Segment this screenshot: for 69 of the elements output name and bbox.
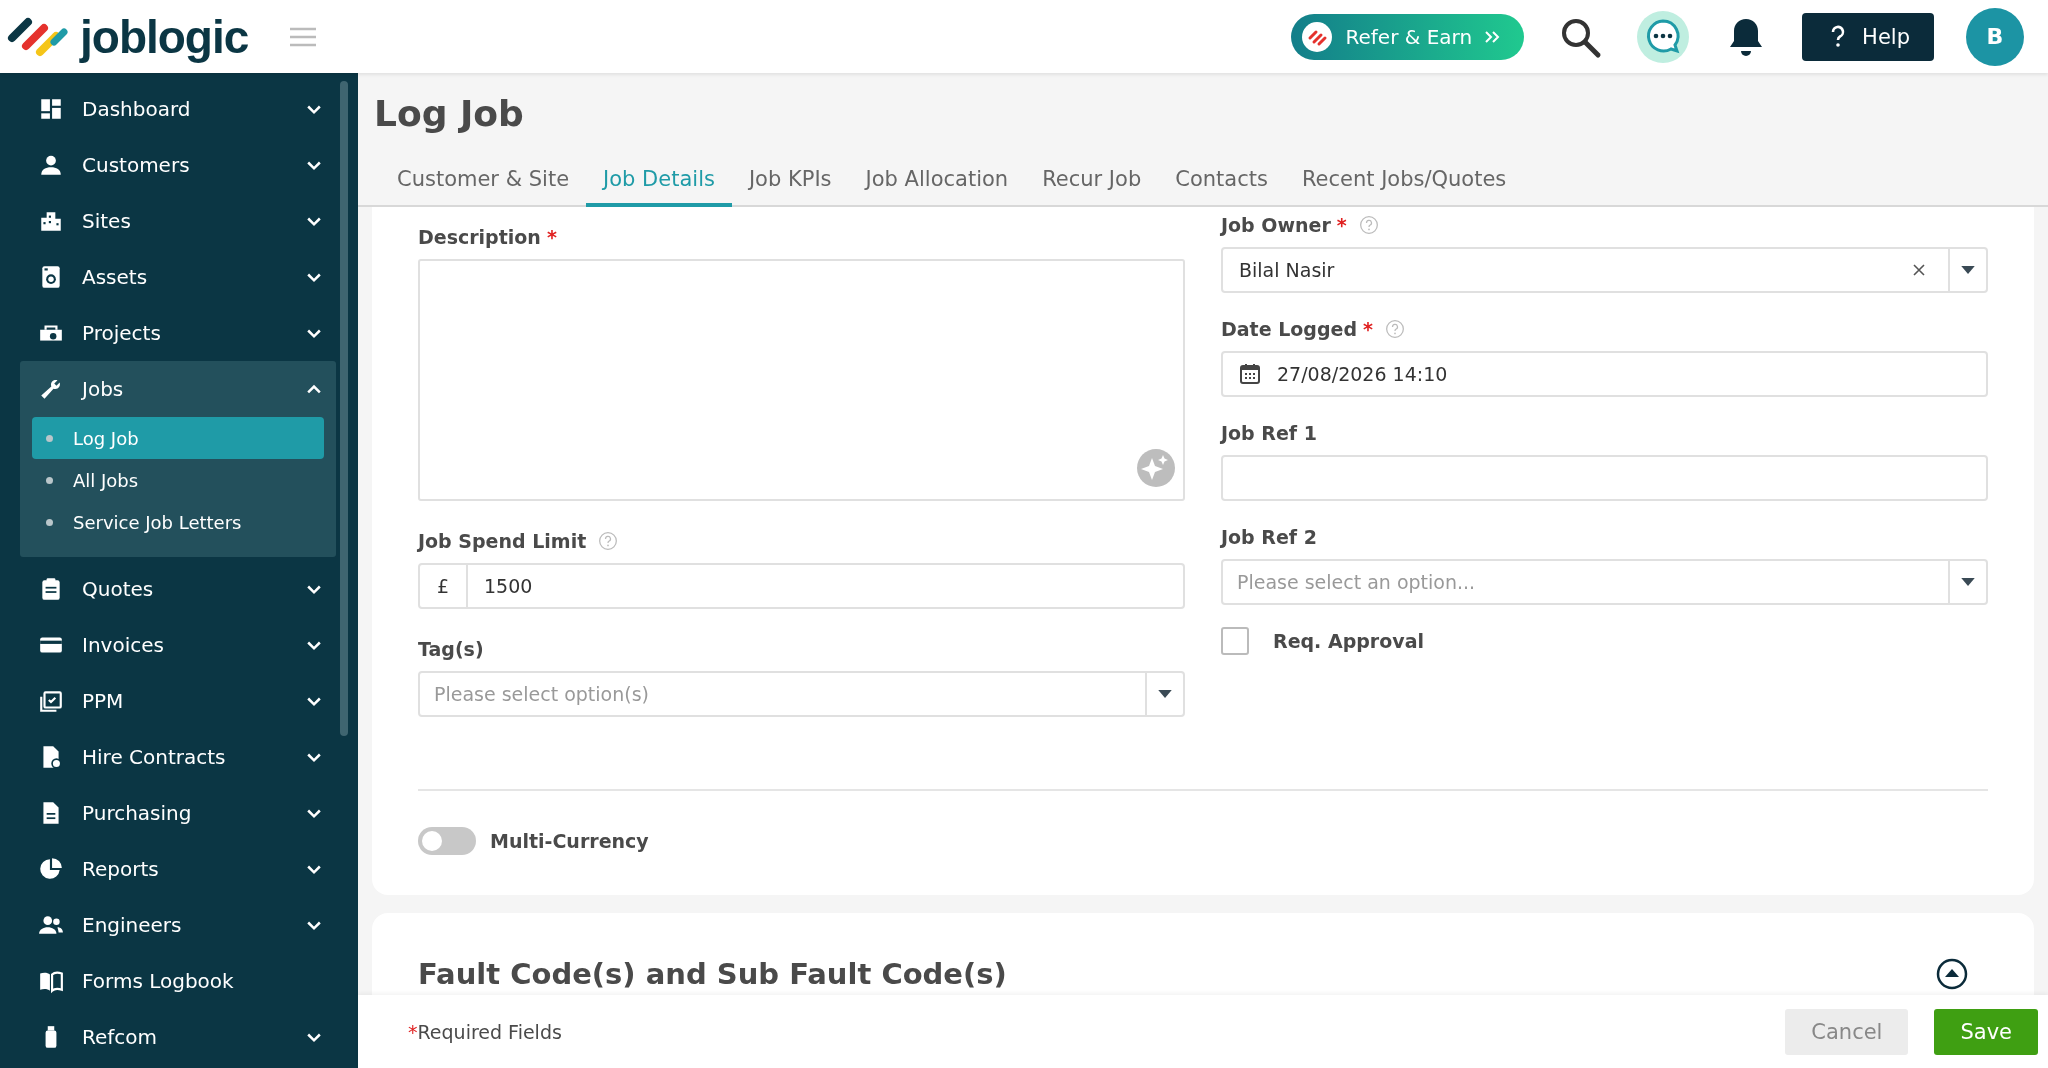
- required-note: Required Fields: [417, 1020, 562, 1043]
- field-label: Description: [418, 226, 541, 248]
- field-label: Job Ref 2: [1221, 526, 1317, 548]
- field-label: Job Owner: [1221, 214, 1331, 236]
- double-chevron-icon: [1484, 29, 1501, 44]
- sidebar-item[interactable]: Customers: [20, 137, 336, 193]
- grid-icon: [38, 96, 64, 122]
- date-field[interactable]: 27/08/2026 14:10: [1221, 351, 1988, 397]
- question-icon: [1830, 24, 1847, 49]
- clear-icon[interactable]: [1912, 263, 1926, 277]
- help-icon[interactable]: [598, 531, 619, 551]
- help-button[interactable]: Help: [1802, 12, 1934, 61]
- pie-chart-icon: [38, 856, 64, 882]
- tab[interactable]: Recent Jobs/Quotes: [1284, 155, 1524, 207]
- sidebar-item[interactable]: Invoices: [20, 617, 336, 673]
- sidebar-item[interactable]: Assets: [20, 249, 336, 305]
- required-mark: *: [1363, 318, 1373, 340]
- select-field[interactable]: Bilal Nasir: [1221, 247, 1988, 293]
- logo-text[interactable]: joblogic: [80, 9, 249, 64]
- sidebar-item[interactable]: Purchasing: [20, 785, 336, 841]
- sidebar-item[interactable]: Jobs: [20, 361, 336, 417]
- toggle-label: Multi-Currency: [490, 830, 649, 852]
- dropdown-arrow-icon: [1961, 577, 1975, 587]
- sidebar-item[interactable]: Refcom: [20, 1009, 336, 1065]
- sidebar-item[interactable]: Hire Contracts: [20, 729, 336, 785]
- menu-icon[interactable]: [288, 25, 319, 48]
- logo-icon: [1301, 20, 1334, 53]
- sidebar-subitem[interactable]: Service Job Letters: [32, 501, 324, 543]
- sidebar-item[interactable]: Dashboard: [20, 81, 336, 137]
- required-mark: *: [546, 226, 557, 248]
- field-label: Tag(s): [418, 638, 484, 660]
- chat-icon[interactable]: [1636, 9, 1691, 64]
- sparkle-icon[interactable]: [1135, 447, 1177, 489]
- calendar-icon: [38, 688, 64, 714]
- tab[interactable]: Recur Job: [1025, 155, 1159, 207]
- tab[interactable]: Contacts: [1158, 155, 1285, 207]
- sidebar-item[interactable]: Reports: [20, 841, 336, 897]
- help-icon[interactable]: [1358, 215, 1379, 235]
- book-icon: [38, 968, 64, 994]
- checkbox[interactable]: [1221, 627, 1249, 655]
- user-avatar[interactable]: B: [1966, 7, 2024, 66]
- help-icon[interactable]: [1384, 319, 1405, 339]
- tab[interactable]: Customer & Site: [380, 155, 587, 207]
- sidebar-subitem[interactable]: All Jobs: [32, 459, 324, 501]
- text-field[interactable]: [1221, 455, 1988, 501]
- sidebar-item[interactable]: Forms Logbook: [20, 953, 336, 1009]
- sidebar-item[interactable]: PPM: [20, 673, 336, 729]
- sidebar-item[interactable]: Quotes: [20, 561, 336, 617]
- required-mark: *: [1336, 214, 1347, 236]
- checkbox-label: Req. Approval: [1273, 630, 1424, 652]
- sidebar-item[interactable]: Projects: [20, 305, 336, 361]
- tab[interactable]: Job Allocation: [848, 155, 1026, 207]
- field-label: Job Spend Limit: [418, 530, 587, 552]
- field-label: Date Logged: [1221, 318, 1358, 340]
- dropdown-arrow-icon: [1158, 689, 1172, 699]
- description-field[interactable]: [418, 259, 1185, 501]
- required-mark: *: [408, 1020, 418, 1043]
- sidebar-item[interactable]: Sites: [20, 193, 336, 249]
- tab[interactable]: Job KPIs: [731, 155, 849, 207]
- collapse-icon[interactable]: [1936, 958, 1968, 990]
- section-title: Fault Code(s) and Sub Fault Code(s): [418, 957, 1008, 991]
- amount-field[interactable]: £ 1500: [418, 563, 1185, 609]
- field-label: Job Ref 1: [1221, 422, 1317, 444]
- calendar-icon: [1239, 363, 1261, 385]
- scrollbar[interactable]: [340, 81, 348, 736]
- dropdown-arrow-icon: [1961, 265, 1975, 275]
- page-title: Log Job: [373, 92, 525, 136]
- toggle-switch[interactable]: [418, 827, 476, 855]
- sidebar-item[interactable]: Engineers: [20, 897, 336, 953]
